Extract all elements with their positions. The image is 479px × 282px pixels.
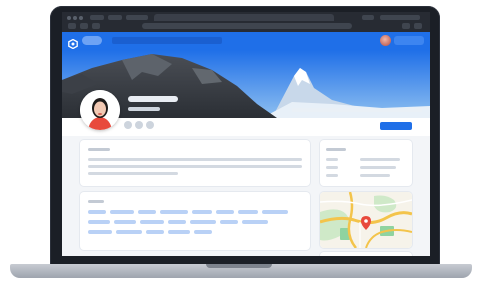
- laptop-screen: [62, 12, 430, 256]
- browser-tab[interactable]: [380, 15, 420, 20]
- reload-icon[interactable]: [92, 23, 100, 29]
- skill-tag[interactable]: [160, 210, 188, 214]
- skill-tag[interactable]: [192, 210, 212, 214]
- skills-card: [80, 192, 310, 250]
- contact-info-card: [320, 140, 412, 186]
- text-line-placeholder: [88, 165, 302, 168]
- skill-tag[interactable]: [114, 220, 136, 224]
- search-input[interactable]: [112, 37, 222, 44]
- text-line-placeholder: [88, 158, 302, 161]
- about-card: [80, 140, 310, 186]
- social-link-icon[interactable]: [135, 121, 143, 129]
- info-value-placeholder: [360, 174, 390, 177]
- hexagon-logo-icon[interactable]: [68, 36, 78, 50]
- info-value-placeholder: [360, 158, 400, 161]
- skills-heading-placeholder: [88, 200, 104, 203]
- nav-home-button[interactable]: [82, 36, 102, 45]
- skill-tag[interactable]: [146, 230, 164, 234]
- info-heading-placeholder: [326, 148, 346, 151]
- skill-tag[interactable]: [140, 220, 164, 224]
- text-line-placeholder: [88, 172, 178, 175]
- info-value-placeholder: [360, 166, 396, 169]
- skill-tag[interactable]: [110, 210, 134, 214]
- skill-tag[interactable]: [168, 230, 190, 234]
- skill-tag[interactable]: [190, 220, 216, 224]
- app-navbar: [62, 32, 430, 50]
- window-maximize-icon[interactable]: [79, 16, 83, 20]
- profile-header: [62, 118, 430, 136]
- address-bar[interactable]: [142, 23, 352, 29]
- skill-tag[interactable]: [242, 220, 268, 224]
- back-icon[interactable]: [68, 23, 76, 29]
- browser-tab[interactable]: [362, 15, 374, 20]
- skill-tag[interactable]: [220, 220, 238, 224]
- forward-icon[interactable]: [80, 23, 88, 29]
- skill-tag[interactable]: [88, 210, 106, 214]
- skill-tag[interactable]: [88, 220, 110, 224]
- location-map-card[interactable]: [320, 192, 412, 248]
- window-minimize-icon[interactable]: [73, 16, 77, 20]
- skill-tag[interactable]: [238, 210, 258, 214]
- browser-tab[interactable]: [126, 15, 148, 20]
- extensions-icon[interactable]: [402, 23, 410, 29]
- location-map[interactable]: [320, 192, 412, 248]
- skill-tag[interactable]: [194, 230, 212, 234]
- connect-button[interactable]: [380, 122, 412, 130]
- sidebar-card: [320, 252, 412, 256]
- skill-tag[interactable]: [216, 210, 234, 214]
- about-heading-placeholder: [88, 148, 110, 151]
- info-label-placeholder: [326, 166, 338, 169]
- skill-tag[interactable]: [138, 210, 156, 214]
- info-label-placeholder: [326, 174, 338, 177]
- user-avatar[interactable]: [380, 35, 391, 46]
- browser-tab-active[interactable]: [154, 14, 334, 21]
- laptop-hinge-notch: [206, 264, 272, 268]
- skill-tag[interactable]: [116, 230, 142, 234]
- social-link-icon[interactable]: [146, 121, 154, 129]
- browser-menu-icon[interactable]: [414, 23, 422, 29]
- info-label-placeholder: [326, 158, 338, 161]
- browser-tab[interactable]: [108, 15, 122, 20]
- laptop-scene: [0, 0, 479, 282]
- account-menu-button[interactable]: [394, 36, 424, 45]
- profile-headline-placeholder: [128, 107, 160, 111]
- browser-tab[interactable]: [90, 15, 104, 20]
- skill-tag[interactable]: [88, 230, 112, 234]
- social-link-icon[interactable]: [124, 121, 132, 129]
- browser-chrome: [62, 12, 430, 32]
- profile-avatar[interactable]: [80, 90, 120, 130]
- skill-tag[interactable]: [262, 210, 288, 214]
- skill-tag[interactable]: [168, 220, 186, 224]
- window-close-icon[interactable]: [67, 16, 71, 20]
- profile-name-placeholder: [128, 96, 178, 102]
